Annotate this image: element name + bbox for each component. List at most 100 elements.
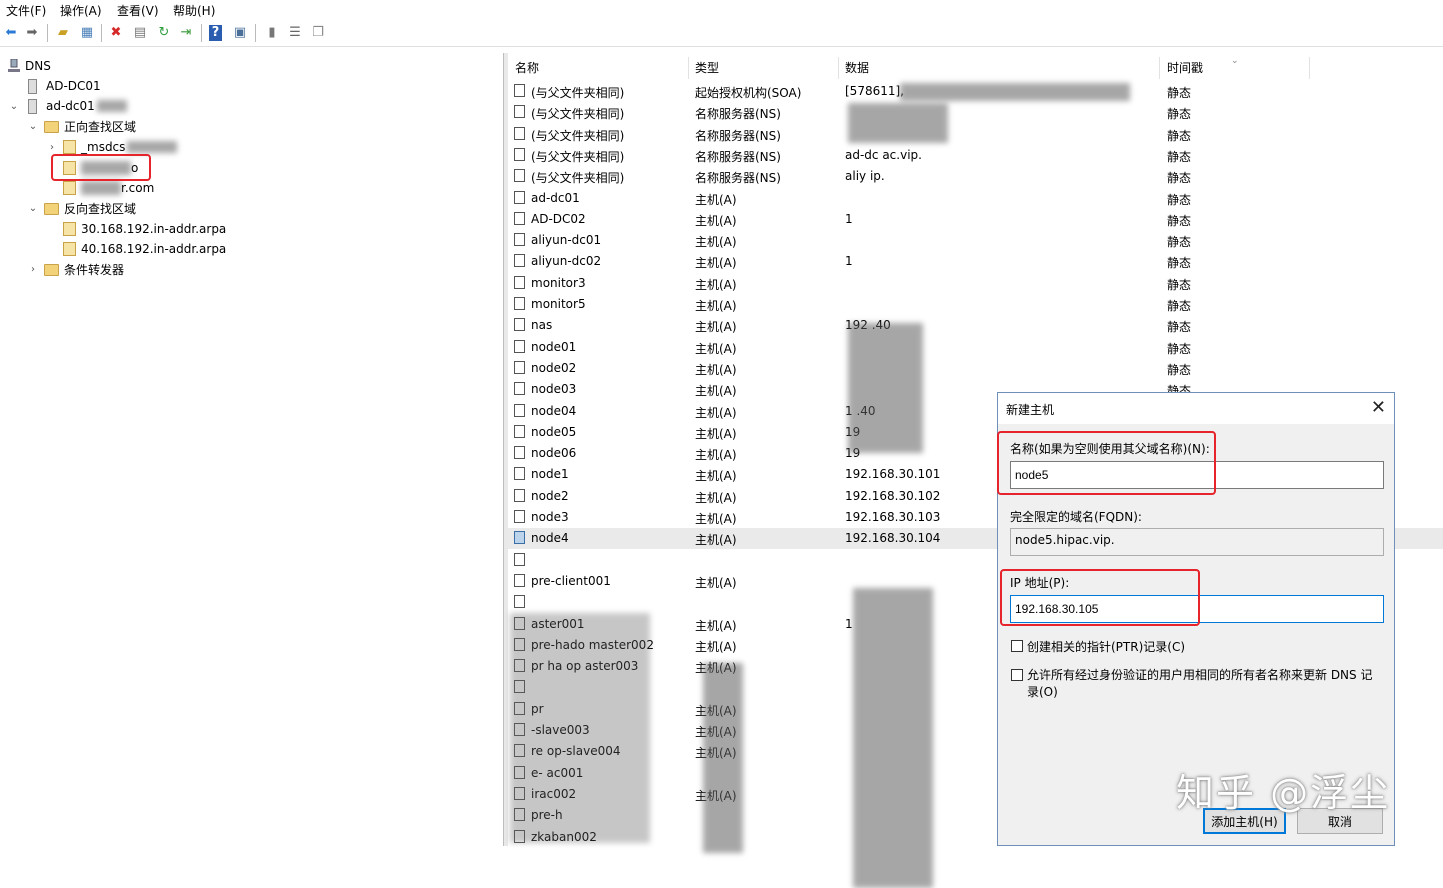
tree-label-msdcs: _msdcs — [81, 140, 126, 154]
chevron-right-icon[interactable]: › — [46, 142, 58, 153]
records-icon[interactable]: ❐ — [310, 25, 326, 41]
table-row[interactable]: monitor3 主机(A) 静态 — [508, 273, 1443, 294]
view-icon[interactable]: ▣ — [232, 25, 248, 41]
table-row[interactable]: (与父文件夹相同) 名称服务器(NS) 静态 — [508, 102, 1443, 123]
redaction-blur — [703, 663, 743, 853]
table-row[interactable]: aliyun-dc01 主机(A) 静态 — [508, 230, 1443, 251]
tree-item-server1[interactable]: AD-DC01 — [28, 76, 101, 96]
cell-data: ad-dc ac.vip. — [845, 147, 922, 162]
record-icon — [514, 488, 525, 502]
show-tree-icon[interactable]: ▦ — [79, 25, 95, 41]
column-header-timestamp[interactable]: 时间戳 — [1167, 53, 1203, 81]
table-row[interactable]: (与父文件夹相同) 名称服务器(NS) aliy ip. 静态 — [508, 166, 1443, 187]
cell-timestamp: 静态 — [1167, 213, 1192, 228]
cell-type: 主机(A) — [695, 299, 737, 313]
table-row[interactable]: aliyun-dc02 主机(A) 1 静态 — [508, 251, 1443, 272]
menu-help[interactable]: 帮助(H) — [173, 2, 215, 19]
zone-icon — [63, 242, 76, 256]
cell-name: node4 — [531, 531, 569, 546]
cell-name: aliyun-dc02 — [531, 254, 602, 269]
chevron-right-icon[interactable]: › — [27, 264, 39, 275]
highlight-box — [1000, 569, 1200, 626]
tree-item-rev1[interactable]: 30.168.192.in-addr.arpa — [63, 219, 226, 239]
menu-action[interactable]: 操作(A) — [60, 2, 102, 19]
cell-name: (与父文件夹相同) — [531, 171, 625, 186]
tree-item-server2[interactable]: ⌄ ad-dc01 — [8, 96, 127, 116]
record-icon — [514, 403, 525, 417]
chevron-down-icon[interactable]: ⌄ — [27, 203, 39, 214]
table-row[interactable]: AD-DC02 主机(A) 1 静态 — [508, 209, 1443, 230]
chevron-down-icon[interactable]: ⌄ — [27, 121, 39, 132]
table-row[interactable]: node01 主机(A) 静态 — [508, 337, 1443, 358]
cell-name: (与父文件夹相同) — [531, 128, 625, 143]
menu-view[interactable]: 查看(V) — [117, 2, 159, 19]
record-icon — [514, 573, 525, 587]
record-icon — [514, 424, 525, 438]
table-row[interactable]: (与父文件夹相同) 名称服务器(NS) 静态 — [508, 124, 1443, 145]
tree-item-reverse-zones[interactable]: ⌄ 反向查找区域 — [27, 198, 136, 218]
table-row[interactable]: ad-dc01 主机(A) 静态 — [508, 188, 1443, 209]
back-icon[interactable]: ⬅ — [3, 25, 19, 41]
cell-data: [578611], — [845, 84, 904, 98]
cell-timestamp: 静态 — [1167, 341, 1192, 356]
forward-icon[interactable]: ➡ — [24, 25, 40, 41]
cell-timestamp: 静态 — [1167, 128, 1192, 143]
cell-type: 主机(A) — [695, 469, 737, 484]
close-icon[interactable]: ✕ — [1371, 397, 1386, 418]
zone-icon — [63, 181, 76, 195]
tree-item-zone-com[interactable]: r.com — [63, 178, 154, 198]
record-icon — [514, 531, 525, 545]
redacted-text — [96, 100, 127, 112]
cell-type: 主机(A) — [695, 639, 737, 654]
zone-icon — [63, 222, 76, 236]
cell-timestamp: 静态 — [1167, 149, 1192, 164]
tree-label-reverse: 反向查找区域 — [64, 201, 137, 216]
redaction-blur — [510, 613, 650, 843]
cell-timestamp: 静态 — [1167, 299, 1192, 313]
cell-type: 主机(A) — [695, 533, 737, 548]
properties-icon[interactable]: ▤ — [132, 25, 148, 41]
export-icon[interactable]: ⇥ — [178, 25, 194, 41]
cell-data: 192.168.30.102 — [845, 488, 941, 503]
record-icon — [514, 510, 525, 523]
tree-item-rev2[interactable]: 40.168.192.in-addr.arpa — [63, 239, 226, 259]
up-folder-icon[interactable]: ▰ — [55, 25, 71, 41]
column-header-name[interactable]: 名称 — [515, 53, 539, 81]
ptr-checkbox[interactable] — [1011, 640, 1023, 652]
dialog-titlebar[interactable]: 新建主机 ✕ — [998, 393, 1394, 424]
column-header-type[interactable]: 类型 — [695, 53, 719, 81]
cell-name: node05 — [531, 424, 577, 439]
help-icon[interactable]: ? — [209, 25, 222, 41]
list-icon[interactable]: ☰ — [287, 25, 303, 41]
cell-type: 主机(A) — [695, 426, 737, 441]
cell-type: 主机(A) — [695, 575, 737, 590]
table-row[interactable]: nas主机(A)192 .40静态 — [508, 315, 1443, 336]
cell-data: 192.168.30.104 — [845, 531, 941, 546]
update-dns-label-line1: 允许所有经过身份验证的用户用相同的所有者名称来更新 DNS 记 — [1027, 668, 1373, 682]
delete-icon[interactable]: ✖ — [108, 25, 124, 41]
column-header-data[interactable]: 数据 — [845, 53, 869, 81]
update-dns-checkbox[interactable] — [1011, 669, 1023, 681]
cell-type: 主机(A) — [695, 405, 737, 420]
highlight-box — [51, 154, 151, 181]
tree-item-forward-zones[interactable]: ⌄ 正向查找区域 — [27, 116, 136, 136]
chevron-down-icon[interactable]: ⌄ — [8, 101, 20, 112]
sort-chevron-icon: ⌄ — [1231, 56, 1239, 66]
folder-icon — [44, 121, 59, 133]
zone-icon — [63, 140, 76, 154]
tree-item-dns[interactable]: DNS — [8, 56, 51, 76]
cell-data: 1 — [845, 616, 853, 631]
table-row[interactable]: node02 主机(A) 静态 — [508, 358, 1443, 379]
cell-name: (与父文件夹相同) — [531, 107, 625, 122]
tree-item-forwarders[interactable]: › 条件转发器 — [27, 259, 124, 279]
cell-type: 主机(A) — [695, 256, 737, 271]
update-dns-label-line2: 录(O) — [1027, 685, 1058, 699]
menu-file[interactable]: 文件(F) — [6, 2, 46, 19]
fqdn-label: 完全限定的域名(FQDN): — [1010, 510, 1142, 524]
table-row[interactable]: monitor5 主机(A) 静态 — [508, 294, 1443, 315]
table-row[interactable]: (与父文件夹相同) 名称服务器(NS) ad-dc ac.vip. 静态 — [508, 145, 1443, 166]
server-icon[interactable]: ▮ — [264, 25, 280, 41]
refresh-icon[interactable]: ↻ — [156, 25, 172, 41]
cell-type: 主机(A) — [695, 490, 737, 505]
tree-pane: DNS AD-DC01 ⌄ ad-dc01 ⌄ 正向查找区域 › _msdcs … — [0, 53, 504, 846]
